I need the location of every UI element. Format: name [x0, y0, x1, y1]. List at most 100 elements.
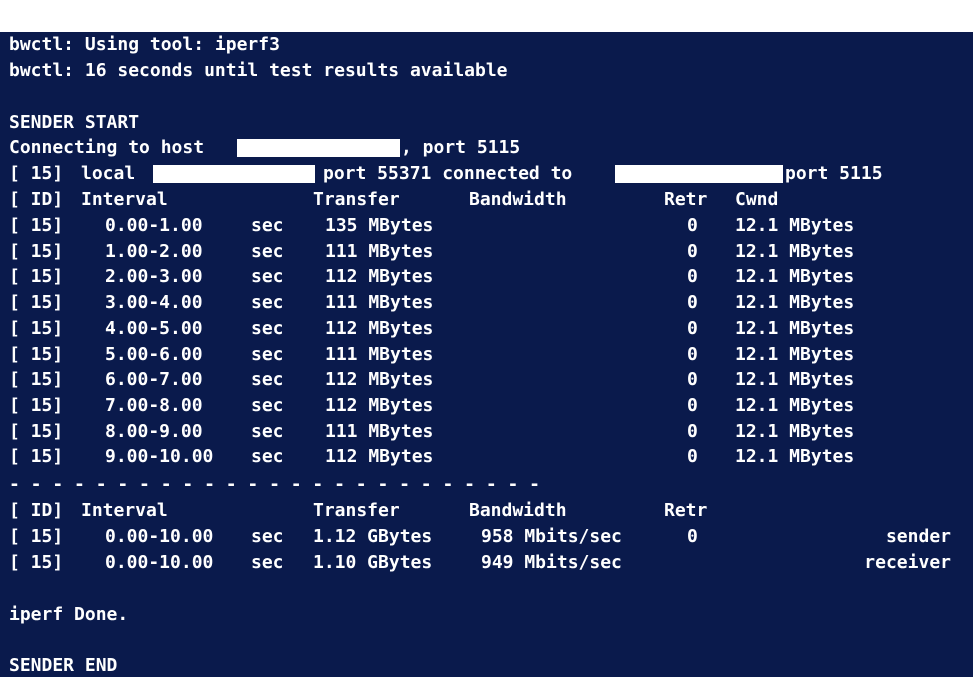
summary-role: sender [885, 526, 951, 547]
row-retr: 0 [687, 215, 698, 236]
connecting-prefix: Connecting to host [9, 137, 205, 158]
row-transfer: 112 MBytes [325, 446, 434, 468]
row-transfer: 112 MBytes [325, 266, 434, 288]
summary-row: [ 15] 0.00-10.00 sec 1.12 GBytes 958 Mbits/s… [9, 524, 964, 550]
summary-unit: sec [251, 526, 284, 547]
summary-col-transfer: Transfer [313, 500, 400, 521]
row-interval: 9.00-10.00 [105, 446, 214, 468]
row-retr: 0 [687, 266, 698, 288]
row-interval: 7.00-8.00 [105, 394, 203, 416]
row-id: [ 15] [9, 394, 64, 416]
connecting-line: Connecting to host , port 5115 [9, 135, 520, 161]
row-unit: sec [251, 343, 284, 365]
row-retr: 0 [687, 394, 698, 416]
row-unit: sec [251, 215, 284, 236]
row-cwnd: 12.1 MBytes [735, 292, 855, 314]
row-retr: 0 [687, 292, 698, 314]
row-interval: 3.00-4.00 [105, 292, 203, 314]
row-cwnd: 12.1 MBytes [735, 266, 855, 288]
summary-bandwidth: 958 Mbits/sec [481, 526, 622, 547]
row-retr: 0 [687, 420, 698, 442]
terminal-window[interactable]: bwctl: Using tool: iperf3 bwctl: 16 seco… [0, 32, 973, 677]
row-unit: sec [251, 369, 284, 391]
summary-col-id: [ ID] [9, 500, 64, 521]
row-interval: 6.00-7.00 [105, 369, 203, 391]
summary-id: [ 15] [9, 551, 64, 573]
remote-port: port 5115 [785, 163, 883, 184]
row-id: [ 15] [9, 369, 64, 391]
row-transfer: 111 MBytes [325, 420, 434, 442]
row-retr: 0 [687, 240, 698, 262]
summary-role: receiver [864, 551, 951, 573]
row-id: [ 15] [9, 343, 64, 365]
row-unit: sec [251, 240, 284, 262]
redacted-hostname [237, 139, 400, 157]
row-cwnd: 12.1 MBytes [735, 394, 855, 416]
row-transfer: 111 MBytes [325, 240, 434, 262]
row-interval: 0.00-1.00 [105, 215, 203, 236]
col-transfer: Transfer [313, 189, 400, 210]
row-retr: 0 [687, 369, 698, 391]
row-cwnd: 12.1 MBytes [735, 240, 855, 262]
col-id: [ ID] [9, 189, 64, 210]
row-retr: 0 [687, 317, 698, 339]
local-id: [ 15] [9, 163, 64, 184]
row-cwnd: 12.1 MBytes [735, 317, 855, 339]
row-id: [ 15] [9, 317, 64, 339]
row-id: [ 15] [9, 292, 64, 314]
summary-id: [ 15] [9, 526, 64, 547]
row-id: [ 15] [9, 240, 64, 262]
local-connection-line: [ 15] local port 55371 connected to port… [9, 161, 883, 187]
row-retr: 0 [687, 446, 698, 468]
row-unit: sec [251, 420, 284, 442]
row-unit: sec [251, 446, 284, 468]
separator-line: - - - - - - - - - - - - - - - - - - - - … [9, 474, 541, 495]
summary-interval: 0.00-10.00 [105, 551, 214, 573]
iperf-done-line: iperf Done. [9, 604, 129, 625]
row-transfer: 111 MBytes [325, 292, 434, 314]
redacted-local-address [153, 165, 315, 183]
summary-row: [ 15] 0.00-10.00 sec 1.10 GBytes 949 Mbits/s… [9, 550, 964, 576]
sender-end-line: SENDER END [9, 655, 118, 676]
summary-col-retr: Retr [664, 500, 708, 521]
redacted-remote-address [615, 165, 783, 183]
row-cwnd: 12.1 MBytes [735, 420, 855, 442]
interval-header: [ ID] Interval Transfer Bandwidth Retr C… [9, 187, 778, 213]
row-interval: 5.00-6.00 [105, 343, 203, 365]
col-interval: Interval [81, 189, 168, 210]
row-transfer: 112 MBytes [325, 369, 434, 391]
row-cwnd: 12.1 MBytes [735, 369, 855, 391]
tool-line: bwctl: Using tool: iperf3 [9, 34, 280, 55]
summary-col-interval: Interval [81, 500, 168, 521]
row-unit: sec [251, 394, 284, 416]
summary-retr: 0 [687, 526, 698, 547]
col-bandwidth: Bandwidth [469, 189, 567, 210]
timing-line: bwctl: 16 seconds until test results ava… [9, 60, 508, 81]
sender-start-line: SENDER START [9, 112, 140, 133]
row-interval: 8.00-9.00 [105, 420, 203, 442]
row-id: [ 15] [9, 420, 64, 442]
row-id: [ 15] [9, 446, 64, 468]
row-transfer: 135 MBytes [325, 215, 434, 236]
row-id: [ 15] [9, 215, 64, 236]
summary-unit: sec [251, 551, 284, 573]
row-transfer: 112 MBytes [325, 394, 434, 416]
summary-header: [ ID] Interval Transfer Bandwidth Retr [9, 498, 707, 524]
row-cwnd: 12.1 MBytes [735, 343, 855, 365]
connecting-suffix: , port 5115 [401, 137, 521, 158]
row-interval: 2.00-3.00 [105, 266, 203, 288]
local-port-text: port 55371 connected to [323, 163, 573, 184]
row-retr: 0 [687, 343, 698, 365]
summary-transfer: 1.10 GBytes [313, 551, 433, 573]
row-transfer: 112 MBytes [325, 317, 434, 339]
row-cwnd: 12.1 MBytes [735, 215, 855, 236]
row-transfer: 111 MBytes [325, 343, 434, 365]
summary-transfer: 1.12 GBytes [313, 526, 433, 547]
local-label: local [81, 163, 136, 184]
col-cwnd: Cwnd [735, 189, 779, 210]
row-unit: sec [251, 317, 284, 339]
row-unit: sec [251, 266, 284, 288]
row-unit: sec [251, 292, 284, 314]
row-interval: 1.00-2.00 [105, 240, 203, 262]
row-id: [ 15] [9, 266, 64, 288]
